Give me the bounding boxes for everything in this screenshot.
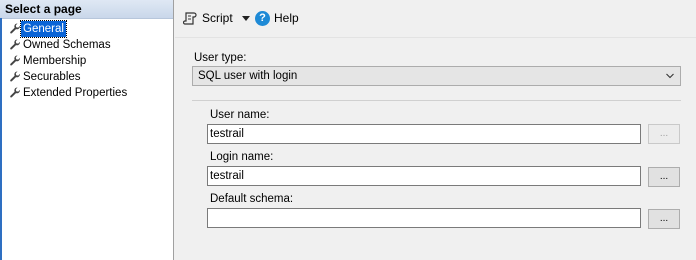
user-name-field[interactable]: testrail [207, 124, 641, 144]
user-type-label: User type: [194, 52, 247, 64]
wrench-icon [10, 39, 21, 50]
help-button[interactable]: ? Help [255, 9, 299, 27]
sidebar-item-label: Owned Schemas [23, 39, 111, 51]
help-button-label: Help [274, 11, 299, 25]
sidebar-item-label: General [20, 20, 67, 38]
general-page-panel: Script ? Help User type: SQL user with l… [175, 0, 696, 260]
sidebar-item-securables[interactable]: Securables [9, 69, 83, 85]
user-name-label: User name: [210, 109, 270, 121]
user-type-value: SQL user with login [198, 70, 298, 82]
page-selector-header: Select a page [0, 0, 173, 19]
login-name-field[interactable]: testrail [207, 166, 641, 186]
user-name-browse-button: ... [648, 124, 680, 144]
login-name-label: Login name: [210, 151, 274, 163]
default-schema-field[interactable] [207, 208, 641, 228]
chevron-down-icon[interactable] [241, 15, 250, 21]
page-selector-pane: Select a page General Owned Schemas Memb… [0, 0, 174, 260]
sidebar-item-label: Securables [23, 71, 81, 83]
group-divider [192, 100, 681, 101]
default-schema-browse-button[interactable]: ... [648, 209, 680, 229]
script-icon [183, 11, 197, 25]
wrench-icon [10, 71, 21, 82]
help-icon: ? [255, 10, 270, 26]
toolbar: Script ? Help [175, 0, 696, 37]
user-type-dropdown[interactable]: SQL user with login [192, 66, 681, 86]
sidebar-item-label: Extended Properties [23, 87, 128, 99]
sidebar-item-label: Membership [23, 55, 87, 67]
script-button-label: Script [202, 11, 233, 25]
chevron-down-icon [666, 73, 674, 79]
sidebar-item-membership[interactable]: Membership [9, 53, 88, 69]
selection-accent-bar [0, 18, 2, 260]
login-name-browse-button[interactable]: ... [648, 167, 680, 187]
default-schema-label: Default schema: [210, 193, 294, 205]
sidebar-item-extended-properties[interactable]: Extended Properties [9, 85, 129, 101]
wrench-icon [10, 23, 21, 34]
wrench-icon [10, 55, 21, 66]
script-button[interactable]: Script [183, 9, 250, 27]
wrench-icon [10, 87, 21, 98]
sidebar-item-owned-schemas[interactable]: Owned Schemas [9, 37, 113, 53]
sidebar-item-general[interactable]: General [9, 20, 67, 38]
toolbar-divider [175, 37, 696, 38]
